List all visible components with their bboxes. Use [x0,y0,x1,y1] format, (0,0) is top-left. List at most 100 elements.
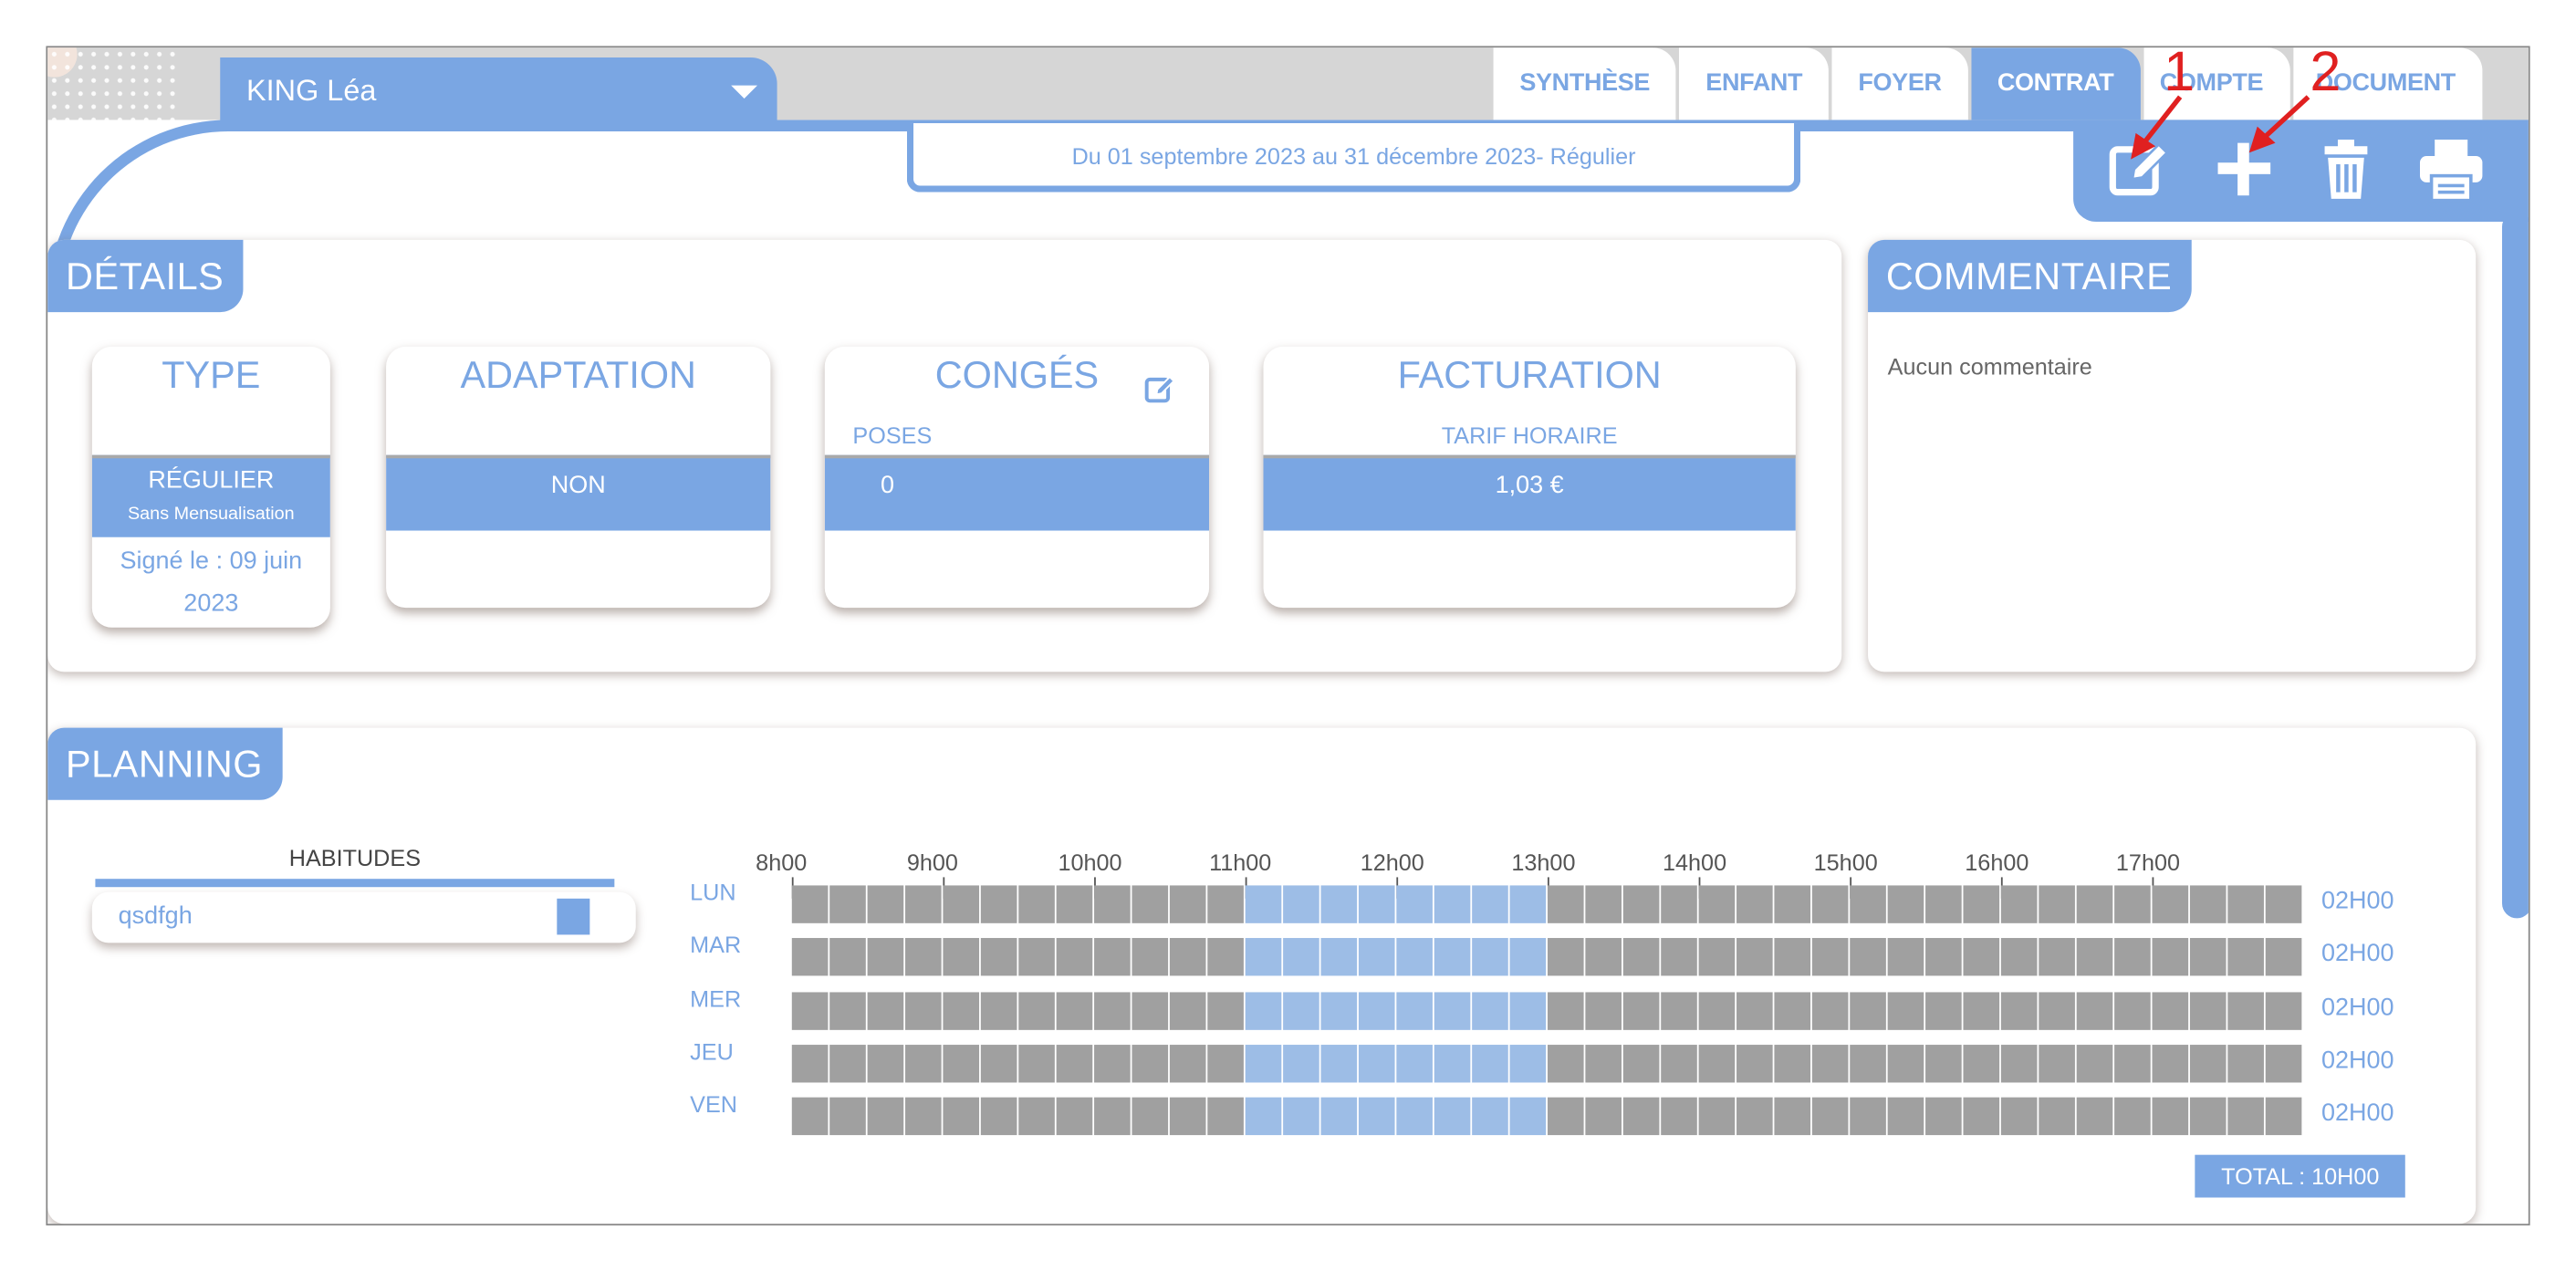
time-slot[interactable] [1887,1044,1924,1083]
tab-enfant[interactable]: ENFANT [1679,47,1829,120]
time-slot-booked[interactable] [1472,1044,1508,1083]
time-slot[interactable] [1169,885,1206,923]
time-slot[interactable] [2114,1044,2151,1083]
time-slot[interactable] [1736,1098,1773,1136]
time-slot-booked[interactable] [1245,885,1282,923]
time-slot-booked[interactable] [1509,1098,1547,1136]
time-slot-booked[interactable] [1358,1098,1395,1136]
time-slot[interactable] [1887,991,1924,1030]
time-slot[interactable] [1811,1044,1849,1083]
time-slot-booked[interactable] [1283,991,1319,1030]
time-slot-booked[interactable] [1396,885,1433,923]
time-slot[interactable] [1698,991,1736,1030]
time-slot-booked[interactable] [1358,938,1395,976]
time-slot-booked[interactable] [1434,1098,1471,1136]
time-slot[interactable] [1774,938,1811,976]
time-slot[interactable] [867,885,904,923]
time-slot[interactable] [2039,991,2075,1030]
time-slot[interactable] [1169,991,1206,1030]
time-slot[interactable] [1887,938,1924,976]
time-slot[interactable] [2227,1044,2264,1083]
time-slot-booked[interactable] [1472,885,1508,923]
time-slot[interactable] [1094,1098,1131,1136]
time-slot[interactable] [1132,885,1169,923]
time-slot[interactable] [1094,938,1131,976]
time-slot[interactable] [829,991,866,1030]
time-slot-booked[interactable] [1434,1044,1471,1083]
print-icon[interactable] [2415,133,2487,205]
time-slot[interactable] [1622,1044,1660,1083]
time-slot[interactable] [2189,885,2227,923]
time-slot-booked[interactable] [1283,885,1319,923]
time-slot[interactable] [1547,991,1584,1030]
time-slot[interactable] [2000,1098,2038,1136]
edit-icon[interactable] [1143,373,1176,406]
time-slot[interactable] [943,885,980,923]
time-slot[interactable] [2152,991,2189,1030]
time-slot-booked[interactable] [1320,885,1358,923]
time-slot[interactable] [2265,1098,2302,1136]
time-slot[interactable] [1850,1098,1886,1136]
time-slot[interactable] [1169,1044,1206,1083]
time-slot[interactable] [2114,1098,2151,1136]
time-slot[interactable] [1207,1098,1244,1136]
time-slot-booked[interactable] [1396,1044,1433,1083]
time-slot-booked[interactable] [1245,1044,1282,1083]
time-slot[interactable] [1925,885,1962,923]
time-slot[interactable] [1585,1044,1622,1083]
time-slot[interactable] [1056,885,1093,923]
time-slot[interactable] [1169,1098,1206,1136]
time-slot[interactable] [2189,991,2227,1030]
time-slot[interactable] [2265,885,2302,923]
time-slot[interactable] [2189,1098,2227,1136]
time-slot[interactable] [943,938,980,976]
time-slot-booked[interactable] [1320,938,1358,976]
time-slot[interactable] [1811,991,1849,1030]
child-selector[interactable]: KING Léa [220,57,777,124]
time-slot[interactable] [2152,885,2189,923]
time-slot[interactable] [1132,938,1169,976]
time-slot-booked[interactable] [1434,991,1471,1030]
time-slot[interactable] [905,1098,942,1136]
time-slot[interactable] [1207,991,1244,1030]
time-slot[interactable] [2265,1044,2302,1083]
time-slot[interactable] [1925,991,1962,1030]
time-slot[interactable] [1585,991,1622,1030]
time-slot[interactable] [791,991,829,1030]
contract-period-selector[interactable]: Du 01 septembre 2023 au 31 décembre 2023… [906,123,1801,193]
time-slot[interactable] [905,938,942,976]
time-slot[interactable] [1774,1044,1811,1083]
time-slot[interactable] [1585,1098,1622,1136]
time-slot[interactable] [1774,1098,1811,1136]
time-slot[interactable] [2076,991,2113,1030]
time-slot[interactable] [1736,885,1773,923]
time-slot-booked[interactable] [1245,1098,1282,1136]
time-slot[interactable] [2227,938,2264,976]
time-slot[interactable] [1585,938,1622,976]
time-slot[interactable] [1811,885,1849,923]
habit-item[interactable]: qsdfgh [91,891,636,943]
time-slot[interactable] [980,885,1017,923]
time-slot[interactable] [1547,1098,1584,1136]
time-slot[interactable] [2227,885,2264,923]
time-slot[interactable] [1661,991,1697,1030]
time-slot[interactable] [867,938,904,976]
time-slot-booked[interactable] [1509,885,1547,923]
time-slot[interactable] [1736,938,1773,976]
time-slot[interactable] [1585,885,1622,923]
time-slot[interactable] [2114,885,2151,923]
time-slot[interactable] [980,1044,1017,1083]
time-slot[interactable] [791,885,829,923]
time-slot[interactable] [1207,1044,1244,1083]
time-slot[interactable] [943,1044,980,1083]
time-slot[interactable] [1056,1098,1093,1136]
time-slot[interactable] [1736,1044,1773,1083]
time-slot-booked[interactable] [1283,938,1319,976]
time-slot-booked[interactable] [1283,1098,1319,1136]
time-slot[interactable] [1736,991,1773,1030]
time-slot-booked[interactable] [1434,885,1471,923]
time-slot-booked[interactable] [1396,1098,1433,1136]
time-slot[interactable] [867,1098,904,1136]
time-slot[interactable] [905,991,942,1030]
time-slot-booked[interactable] [1434,938,1471,976]
